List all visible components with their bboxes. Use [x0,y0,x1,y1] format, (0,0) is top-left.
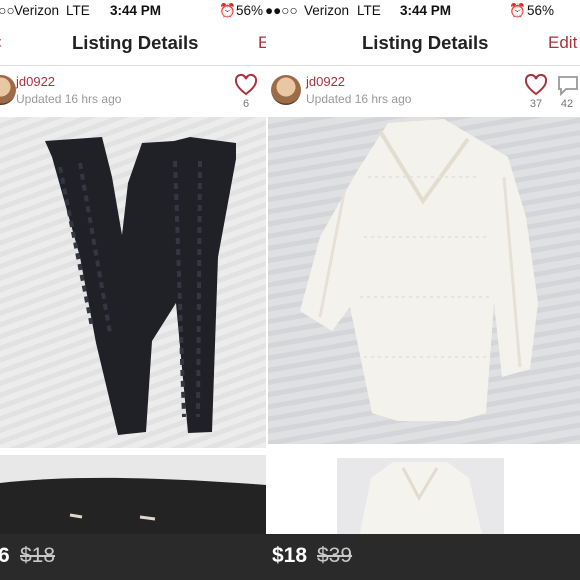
avatar[interactable] [0,75,16,105]
clock: 3:44 PM [400,3,452,18]
leggings-detail-image [0,477,266,535]
comment-icon[interactable] [556,74,580,96]
sweater-image [300,119,538,421]
price: $18 [272,544,308,567]
network-label: LTE [66,3,90,18]
price-bar: $18 $39 [266,534,580,580]
avatar[interactable] [271,75,301,105]
status-bar: ●●○○ Verizon LTE 3:44 PM ⏰ 56% [0,0,266,22]
carrier-label: Verizon [14,3,60,18]
listing-photo-sweater[interactable] [268,117,580,444]
edit-button[interactable]: E [258,33,266,53]
page-title: Listing Details [362,32,489,53]
listing-photo-sweater-back[interactable] [337,458,504,538]
price-bar: 6 $18 [0,534,266,580]
edit-button[interactable]: Edit [548,33,577,53]
battery-percent: 56% [236,3,264,18]
clock: 3:44 PM [110,3,162,18]
listing-screen-right: ●●○○ Verizon LTE 3:44 PM ⏰ 56% Listing D… [266,0,580,580]
alarm-icon: ⏰ [219,3,236,18]
battery-percent: 56% [527,3,555,18]
listing-photo-leggings[interactable] [0,117,266,448]
listing-screen-left: ●●○○ Verizon LTE 3:44 PM ⏰ 56% ‹ Listing… [0,0,266,580]
listing-photo-detail[interactable] [0,455,266,535]
heart-icon[interactable] [234,74,258,96]
carrier-label: Verizon [304,3,350,18]
signal-dots-icon: ●●○○ [266,3,298,18]
updated-time: Updated 16 hrs ago [16,92,122,106]
leggings-image [45,137,236,435]
alarm-icon: ⏰ [509,3,526,18]
nav-bar: Listing Details Edit [266,22,580,66]
heart-icon[interactable] [524,74,548,96]
like-count: 37 [529,98,543,110]
like-count: 6 [242,98,250,110]
original-price: $18 [20,544,56,567]
comment-count: 42 [560,98,574,110]
page-title: Listing Details [72,32,199,53]
sweater-back-image [359,462,483,538]
price: 6 [0,544,10,567]
seller-username[interactable]: jd0922 [306,74,345,89]
signal-dots-icon: ●●○○ [0,3,15,18]
seller-row: jd0922 Updated 16 hrs ago 6 [0,66,266,114]
status-bar: ●●○○ Verizon LTE 3:44 PM ⏰ 56% [266,0,580,22]
seller-row: jd0922 Updated 16 hrs ago 37 42 [266,66,580,114]
nav-bar: ‹ Listing Details E [0,22,266,66]
back-chevron-icon[interactable]: ‹ [0,32,2,53]
seller-username[interactable]: jd0922 [16,74,55,89]
original-price: $39 [317,544,353,567]
network-label: LTE [357,3,381,18]
updated-time: Updated 16 hrs ago [306,92,412,106]
